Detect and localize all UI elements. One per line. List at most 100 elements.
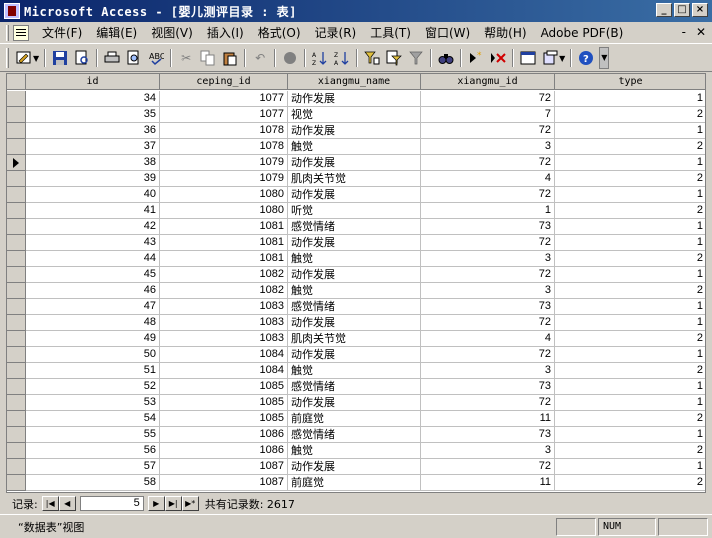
cell-xiangmu-id[interactable]: 72: [421, 347, 555, 363]
close-button[interactable]: ×: [692, 3, 708, 17]
paste-icon[interactable]: [219, 47, 241, 69]
cell-id[interactable]: 41: [26, 203, 160, 219]
record-selector[interactable]: [7, 347, 26, 363]
print-preview-icon[interactable]: [123, 47, 145, 69]
record-selector[interactable]: [7, 459, 26, 475]
record-selector[interactable]: [7, 443, 26, 459]
cell-xiangmu-id[interactable]: 3: [421, 363, 555, 379]
table-row[interactable]: 56 1086 触觉 3 2: [7, 443, 705, 459]
cell-type[interactable]: 2: [555, 251, 705, 267]
cell-ceping-id[interactable]: 1087: [160, 475, 288, 491]
menu-tools[interactable]: 工具(T): [363, 24, 418, 41]
cell-type[interactable]: 1: [555, 155, 705, 171]
cell-id[interactable]: 57: [26, 459, 160, 475]
record-selector[interactable]: [7, 283, 26, 299]
cell-type[interactable]: 1: [555, 267, 705, 283]
cell-xiangmu-id[interactable]: 11: [421, 475, 555, 491]
document-minimize-button[interactable]: -: [682, 25, 686, 39]
cell-xiangmu-id[interactable]: 72: [421, 395, 555, 411]
table-row[interactable]: 35 1077 视觉 7 2: [7, 107, 705, 123]
cell-xiangmu-name[interactable]: 触觉: [288, 363, 421, 379]
filter-by-selection-icon[interactable]: [361, 47, 383, 69]
undo-icon[interactable]: ↶: [249, 47, 271, 69]
menu-format[interactable]: 格式(O): [251, 24, 308, 41]
menu-edit[interactable]: 编辑(E): [89, 24, 144, 41]
cell-xiangmu-id[interactable]: 4: [421, 331, 555, 347]
cell-id[interactable]: 46: [26, 283, 160, 299]
table-row[interactable]: 36 1078 动作发展 72 1: [7, 123, 705, 139]
minimize-button[interactable]: _: [656, 3, 672, 17]
menu-records[interactable]: 记录(R): [308, 24, 364, 41]
cell-xiangmu-name[interactable]: 听觉: [288, 203, 421, 219]
cell-id[interactable]: 42: [26, 219, 160, 235]
cell-ceping-id[interactable]: 1085: [160, 411, 288, 427]
toolbar-options-icon[interactable]: ▼: [599, 47, 610, 69]
cell-id[interactable]: 56: [26, 443, 160, 459]
cell-id[interactable]: 44: [26, 251, 160, 267]
cell-xiangmu-name[interactable]: 动作发展: [288, 123, 421, 139]
access-app-icon[interactable]: [4, 3, 20, 19]
spelling-icon[interactable]: ABC: [145, 47, 167, 69]
column-header-xiangmu-id[interactable]: xiangmu_id: [421, 74, 555, 90]
table-row[interactable]: 49 1083 肌肉关节觉 4 2: [7, 331, 705, 347]
cell-xiangmu-name[interactable]: 肌肉关节觉: [288, 171, 421, 187]
toolbar-grip[interactable]: [6, 48, 9, 68]
table-row[interactable]: 39 1079 肌肉关节觉 4 2: [7, 171, 705, 187]
cell-id[interactable]: 47: [26, 299, 160, 315]
record-selector[interactable]: [7, 187, 26, 203]
cell-type[interactable]: 1: [555, 459, 705, 475]
cell-xiangmu-name[interactable]: 感觉情绪: [288, 219, 421, 235]
cell-xiangmu-name[interactable]: 触觉: [288, 139, 421, 155]
record-selector[interactable]: [7, 299, 26, 315]
record-selector[interactable]: [7, 379, 26, 395]
cell-id[interactable]: 48: [26, 315, 160, 331]
cell-ceping-id[interactable]: 1080: [160, 203, 288, 219]
cell-id[interactable]: 38: [26, 155, 160, 171]
cell-type[interactable]: 2: [555, 363, 705, 379]
record-selector[interactable]: [7, 171, 26, 187]
database-window-icon[interactable]: [517, 47, 539, 69]
table-row[interactable]: 34 1077 动作发展 72 1: [7, 91, 705, 107]
sort-ascending-icon[interactable]: AZ: [309, 47, 331, 69]
table-row[interactable]: 44 1081 触觉 3 2: [7, 251, 705, 267]
record-selector-header[interactable]: [7, 74, 26, 90]
cell-xiangmu-name[interactable]: 动作发展: [288, 91, 421, 107]
record-selector[interactable]: [7, 411, 26, 427]
cell-ceping-id[interactable]: 1079: [160, 171, 288, 187]
cell-id[interactable]: 51: [26, 363, 160, 379]
record-selector[interactable]: [7, 331, 26, 347]
record-selector[interactable]: [7, 395, 26, 411]
table-row[interactable]: 53 1085 动作发展 72 1: [7, 395, 705, 411]
cell-id[interactable]: 58: [26, 475, 160, 491]
cell-type[interactable]: 1: [555, 315, 705, 331]
cell-type[interactable]: 1: [555, 299, 705, 315]
cell-type[interactable]: 1: [555, 91, 705, 107]
cut-icon[interactable]: ✂: [175, 47, 197, 69]
cell-type[interactable]: 1: [555, 379, 705, 395]
cell-xiangmu-id[interactable]: 11: [421, 411, 555, 427]
cell-xiangmu-id[interactable]: 4: [421, 171, 555, 187]
cell-ceping-id[interactable]: 1082: [160, 267, 288, 283]
record-selector[interactable]: [7, 123, 26, 139]
cell-id[interactable]: 35: [26, 107, 160, 123]
last-record-button[interactable]: ▶|: [164, 496, 182, 511]
record-selector[interactable]: [7, 139, 26, 155]
cell-xiangmu-id[interactable]: 72: [421, 235, 555, 251]
cell-xiangmu-id[interactable]: 3: [421, 251, 555, 267]
record-selector[interactable]: [7, 315, 26, 331]
table-row[interactable]: 51 1084 触觉 3 2: [7, 363, 705, 379]
cell-xiangmu-name[interactable]: 触觉: [288, 251, 421, 267]
cell-ceping-id[interactable]: 1078: [160, 139, 288, 155]
record-selector[interactable]: [7, 267, 26, 283]
cell-xiangmu-id[interactable]: 3: [421, 443, 555, 459]
menu-grip[interactable]: [6, 24, 9, 41]
record-selector[interactable]: [7, 107, 26, 123]
cell-type[interactable]: 1: [555, 395, 705, 411]
cell-type[interactable]: 2: [555, 107, 705, 123]
sort-descending-icon[interactable]: ZA: [331, 47, 353, 69]
menu-file[interactable]: 文件(F): [35, 24, 89, 41]
record-selector[interactable]: [7, 475, 26, 491]
table-row[interactable]: 54 1085 前庭觉 11 2: [7, 411, 705, 427]
cell-id[interactable]: 52: [26, 379, 160, 395]
cell-type[interactable]: 2: [555, 411, 705, 427]
